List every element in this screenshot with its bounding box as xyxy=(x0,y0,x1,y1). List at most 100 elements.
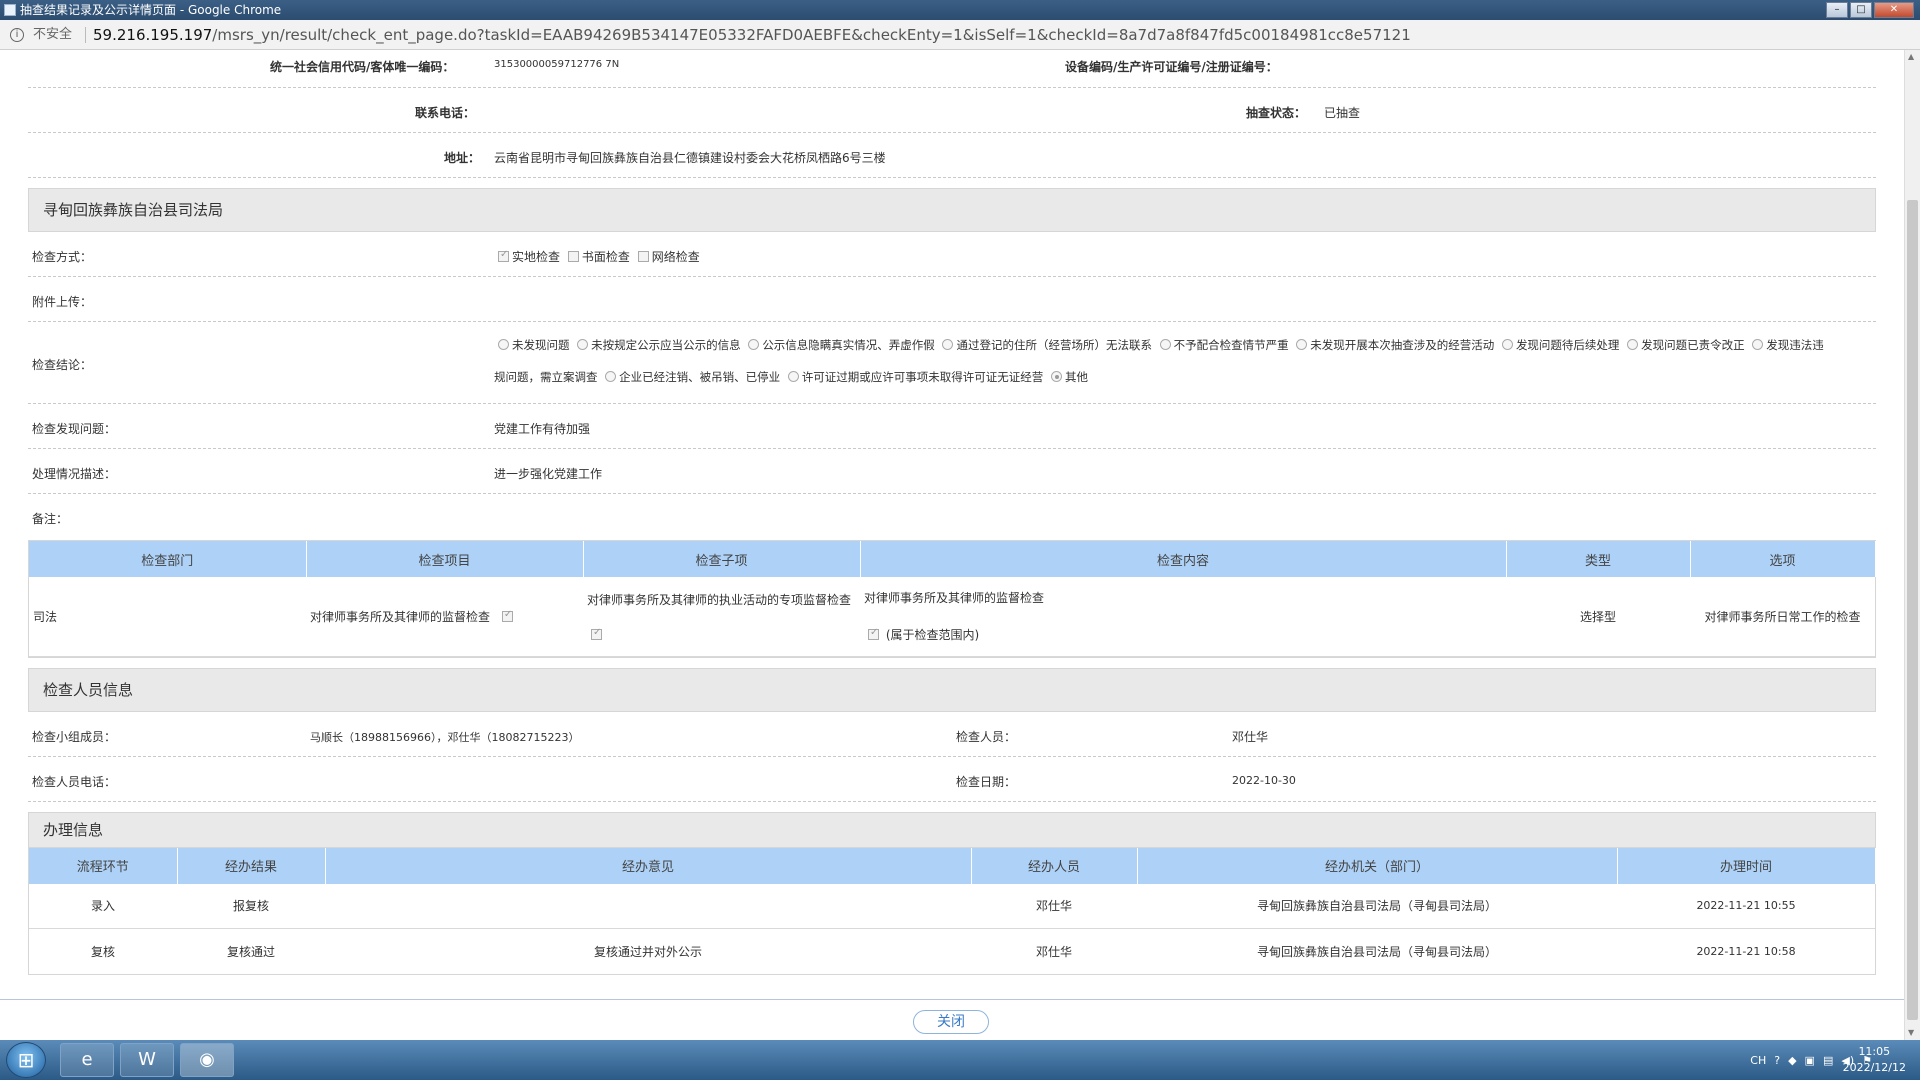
conclusion-options-line2: 规问题，需立案调查 企业已经注销、被吊销、已停业 许可证过期或应许可事项未取得许… xyxy=(494,369,1088,385)
url-host: 59.216.195.197 xyxy=(93,26,213,44)
attachment-row: 附件上传： xyxy=(28,277,1876,322)
chrome-icon[interactable]: ◉ xyxy=(180,1043,234,1077)
conclusion-radio-1[interactable] xyxy=(577,339,589,350)
help-icon[interactable]: ? xyxy=(1774,1054,1780,1067)
tray-security-icon[interactable]: ▣ xyxy=(1805,1054,1815,1067)
conclusion-option-5: 未发现开展本次抽查涉及的经营活动 xyxy=(1310,338,1495,352)
scroll-thumb[interactable] xyxy=(1907,200,1918,1020)
page-scrollbar[interactable]: ▲ ▼ xyxy=(1904,50,1920,1040)
row0-result: 报复核 xyxy=(177,883,325,929)
conclusion-options-line1: 未发现问题 未按规定公示应当公示的信息 公示信息隐瞒真实情况、弄虚作假 通过登记… xyxy=(498,337,1878,353)
section-processing-title: 办理信息 xyxy=(28,811,1876,848)
status-value: 已抽查 xyxy=(1324,106,1361,120)
processing-table: 流程环节 经办结果 经办意见 经办人员 经办机关（部门） 办理时间 录入 报复核… xyxy=(28,847,1876,975)
method-online-label: 网络检查 xyxy=(651,250,700,264)
maximize-icon[interactable]: □ xyxy=(1850,2,1872,18)
inspector-phone-row: 检查人员电话： 检查日期： 2022-10-30 xyxy=(28,757,1876,802)
row0-step: 录入 xyxy=(29,883,177,929)
status-label: 抽查状态： xyxy=(1246,106,1307,120)
method-written-checkbox[interactable] xyxy=(567,251,579,262)
detail-content: 统一社会信用代码/客体唯一编码： 31530000059712776 7N 设备… xyxy=(28,50,1876,975)
address-value: 云南省昆明市寻甸回族彝族自治县仁德镇建设村委会大花桥凤栖路6号三楼 xyxy=(494,151,886,165)
page-favicon-icon xyxy=(4,4,16,16)
group-value: 马顺长（18988156966），邓仕华（18082715223） xyxy=(310,730,580,744)
col-org: 经办机关（部门） xyxy=(1137,847,1618,884)
input-language[interactable]: CH xyxy=(1750,1054,1766,1067)
conclusion-option-2: 公示信息隐瞒真实情况、弄虚作假 xyxy=(762,338,935,352)
method-onsite-checkbox[interactable] xyxy=(498,249,509,262)
conclusion-radio-3[interactable] xyxy=(942,339,954,350)
processing-header: 流程环节 经办结果 经办意见 经办人员 经办机关（部门） 办理时间 xyxy=(29,847,1876,884)
subitem-checkbox[interactable] xyxy=(591,627,602,640)
scroll-down-icon[interactable]: ▼ xyxy=(1908,1028,1918,1038)
conclusion-label: 检查结论： xyxy=(32,358,93,372)
info-icon[interactable]: i xyxy=(10,28,24,42)
col-step: 流程环节 xyxy=(29,847,178,884)
window-titlebar: 抽查结果记录及公示详情页面 - Google Chrome – □ ✕ xyxy=(0,0,1920,20)
conclusion-option-11: 其他 xyxy=(1064,370,1088,384)
conclusion-option-8-cont: 规问题，需立案调查 xyxy=(494,370,598,384)
wps-writer-icon[interactable]: W xyxy=(120,1043,174,1077)
inspector-label: 检查人员： xyxy=(956,729,1017,744)
phone-label: 联系电话： xyxy=(415,106,476,120)
conclusion-option-10: 许可证过期或应许可事项未取得许可证无证经营 xyxy=(801,370,1044,384)
conclusion-option-7: 发现问题已责令改正 xyxy=(1641,338,1745,352)
windows-start-icon[interactable]: ⊞ xyxy=(6,1042,46,1078)
info-row-credit: 统一社会信用代码/客体唯一编码： 31530000059712776 7N 设备… xyxy=(28,50,1876,88)
check-method-row: 检查方式： 实地检查 书面检查 网络检查 xyxy=(28,232,1876,277)
conclusion-radio-8[interactable] xyxy=(1752,339,1764,350)
col-item: 检查项目 xyxy=(306,541,584,577)
item-checkbox[interactable] xyxy=(501,609,513,622)
conclusion-radio-7[interactable] xyxy=(1627,339,1639,350)
cell-dept: 司法 xyxy=(29,577,306,657)
col-subitem: 检查子项 xyxy=(583,541,861,577)
url-text[interactable]: 59.216.195.197/msrs_yn/result/check_ent_… xyxy=(93,20,1411,50)
cell-content-text: 对律师事务所及其律师的监督检查 xyxy=(864,591,1045,606)
page-viewport: 统一社会信用代码/客体唯一编码： 31530000059712776 7N 设备… xyxy=(0,50,1904,1040)
conclusion-radio-9[interactable] xyxy=(605,371,617,382)
cell-subitem: 对律师事务所及其律师的执业活动的专项监督检查 xyxy=(583,577,860,657)
taskbar-clock[interactable]: 11:05 2022/12/12 xyxy=(1843,1044,1906,1076)
conclusion-radio-5[interactable] xyxy=(1296,339,1308,350)
row0-opinion xyxy=(325,883,971,929)
tray-network-icon[interactable]: ▤ xyxy=(1823,1054,1833,1067)
conclusion-radio-10[interactable] xyxy=(787,371,799,382)
col-person: 经办人员 xyxy=(971,847,1138,884)
col-dept: 检查部门 xyxy=(29,541,307,577)
conclusion-radio-4[interactable] xyxy=(1159,339,1171,350)
attachment-label: 附件上传： xyxy=(32,295,93,309)
row1-result: 复核通过 xyxy=(226,944,275,959)
handling-label: 处理情况描述： xyxy=(32,467,117,481)
conclusion-radio-6[interactable] xyxy=(1501,339,1513,350)
ie-browser-icon[interactable]: e xyxy=(60,1043,114,1077)
method-online-checkbox[interactable] xyxy=(637,251,649,262)
tray-shield-icon[interactable]: ◆ xyxy=(1788,1054,1796,1067)
conclusion-option-9: 企业已经注销、被吊销、已停业 xyxy=(619,370,781,384)
section-bureau-title: 寻甸回族彝族自治县司法局 xyxy=(28,188,1876,232)
check-date-value: 2022-10-30 xyxy=(1232,773,1296,787)
content-checkbox[interactable] xyxy=(868,627,879,641)
col-result: 经办结果 xyxy=(177,847,326,884)
method-written-label: 书面检查 xyxy=(581,250,630,264)
minimize-icon[interactable]: – xyxy=(1826,2,1848,18)
row1-person: 邓仕华 xyxy=(1035,944,1072,959)
address-bar[interactable]: i 不安全 59.216.195.197/msrs_yn/result/chec… xyxy=(0,20,1920,50)
conclusion-row: 检查结论： 未发现问题 未按规定公示应当公示的信息 公示信息隐瞒真实情况、弄虚作… xyxy=(28,322,1876,404)
col-opinion: 经办意见 xyxy=(325,847,972,884)
scroll-up-icon[interactable]: ▲ xyxy=(1908,52,1918,62)
close-button[interactable]: 关闭 xyxy=(913,1010,989,1034)
table-row: 录入 报复核 邓仕华 寻甸回族彝族自治县司法局（寻甸县司法局） 2022-11-… xyxy=(29,883,1875,929)
conclusion-radio-11[interactable] xyxy=(1050,371,1062,382)
os-taskbar: ⊞ e W ◉ CH ? ◆ ▣ ▤ ◀) ⚑ 11:05 2022/12/12 xyxy=(0,1040,1920,1080)
device-code-label: 设备编码/生产许可证编号/注册证编号： xyxy=(1065,60,1278,74)
check-items-header: 检查部门 检查项目 检查子项 检查内容 类型 选项 xyxy=(29,541,1876,577)
row0-person: 邓仕华 xyxy=(971,883,1137,929)
cell-type: 选择型 xyxy=(1506,577,1690,657)
conclusion-radio-0[interactable] xyxy=(498,339,509,350)
close-window-icon[interactable]: ✕ xyxy=(1874,2,1914,18)
col-type: 类型 xyxy=(1506,541,1691,577)
conclusion-radio-2[interactable] xyxy=(748,339,760,350)
credit-code-value: 31530000059712776 7N xyxy=(494,59,620,70)
conclusion-option-4: 不予配合检查情节严重 xyxy=(1173,338,1289,352)
check-date-label: 检查日期： xyxy=(956,774,1017,789)
